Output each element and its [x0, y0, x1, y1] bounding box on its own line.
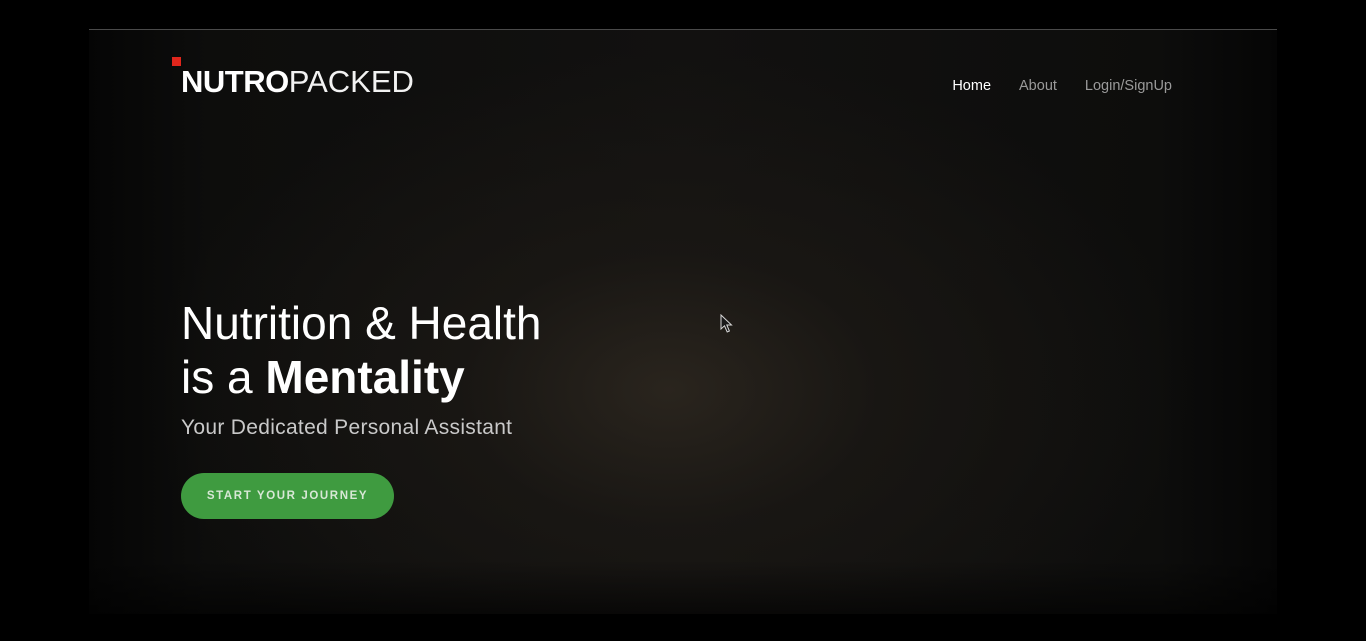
- logo-red-square-icon: [172, 57, 181, 66]
- start-journey-button[interactable]: START YOUR JOURNEY: [181, 473, 394, 519]
- headline-line-2-strong: Mentality: [265, 351, 465, 403]
- hero-headline: Nutrition & Health is a Mentality: [181, 296, 542, 404]
- hero-bottom-fade: [89, 560, 1277, 614]
- hero-subtitle: Your Dedicated Personal Assistant: [181, 416, 513, 439]
- headline-line-1: Nutrition & Health: [181, 297, 542, 349]
- page: NUTROPACKED Home About Login/SignUp Nutr…: [0, 0, 1366, 641]
- nav-about-link[interactable]: About: [1019, 78, 1057, 94]
- logo-wordmark: NUTROPACKED: [181, 65, 414, 99]
- main-nav: Home About Login/SignUp: [952, 78, 1172, 94]
- mouse-pointer-icon: [720, 314, 733, 333]
- nav-login-signup-link[interactable]: Login/SignUp: [1085, 78, 1172, 94]
- logo-bold-text: NUTRO: [181, 64, 289, 99]
- headline-line-2-prefix: is a: [181, 351, 266, 403]
- nav-home-link[interactable]: Home: [952, 78, 991, 94]
- logo-light-text: PACKED: [288, 64, 414, 99]
